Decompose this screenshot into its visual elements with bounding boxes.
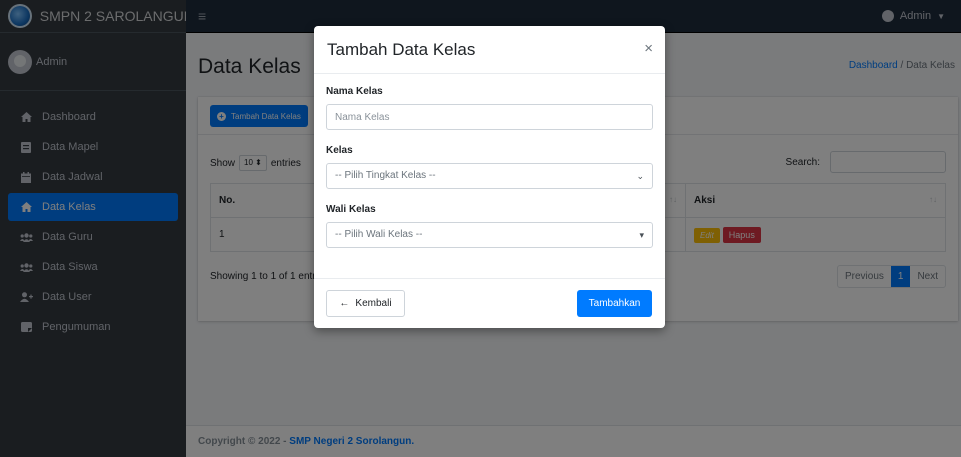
kembali-label: Kembali (355, 298, 392, 309)
kelas-select-value: -- Pilih Tingkat Kelas -- (335, 170, 436, 181)
modal-title: Tambah Data Kelas (327, 40, 476, 59)
kembali-button[interactable]: ← Kembali (326, 290, 405, 317)
kelas-select[interactable]: -- Pilih Tingkat Kelas -- ⌄ (326, 163, 653, 189)
modal-header: Tambah Data Kelas × (314, 26, 665, 74)
chevron-down-icon: ⌄ (636, 171, 644, 181)
wali-kelas-select[interactable]: -- Pilih Wali Kelas -- ▾ (326, 222, 653, 248)
caret-down-icon: ▾ (639, 230, 644, 240)
arrow-left-icon: ← (339, 298, 350, 309)
tambah-kelas-modal: Tambah Data Kelas × Nama Kelas Kelas -- … (314, 26, 665, 328)
nama-kelas-label: Nama Kelas (326, 86, 383, 97)
kelas-label: Kelas (326, 145, 353, 156)
nama-kelas-input[interactable] (326, 104, 653, 130)
modal-footer: ← Kembali Tambahkan (314, 278, 665, 328)
wali-kelas-label: Wali Kelas (326, 204, 376, 215)
wali-kelas-select-value: -- Pilih Wali Kelas -- (335, 229, 423, 240)
modal-body: Nama Kelas Kelas -- Pilih Tingkat Kelas … (314, 74, 665, 248)
tambahkan-button[interactable]: Tambahkan (577, 290, 652, 317)
close-icon[interactable]: × (644, 40, 653, 57)
